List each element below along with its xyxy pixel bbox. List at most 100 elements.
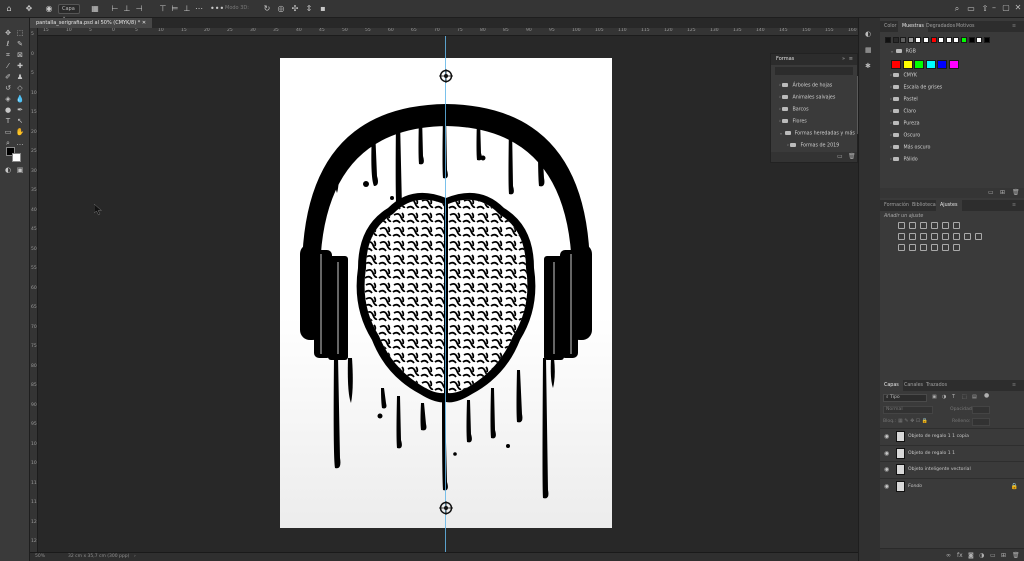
layer-select-dropdown[interactable]: Capa ⌄ [58, 4, 80, 20]
stamp-tool-icon[interactable]: ♟ [15, 73, 25, 82]
layer-style-icon[interactable]: fx [957, 552, 963, 559]
minimize-icon[interactable]: – [989, 3, 999, 13]
lasso-tool-icon[interactable]: ℓ [3, 40, 13, 49]
lock-icon[interactable]: 🔒 [1011, 483, 1018, 490]
shape-group-item[interactable]: ⌄ Formas heredadas y más [779, 131, 855, 137]
shape-group-item[interactable]: › Formas de 2019 [787, 143, 839, 149]
canvas-area[interactable] [38, 36, 858, 552]
layer-row[interactable]: ◉ Fondo 🔒 [880, 477, 1024, 494]
search-icon[interactable]: ⌕ [952, 4, 962, 14]
swatch-group[interactable]: › Pureza [890, 121, 920, 127]
swatch-group[interactable]: › Escala de grises [890, 85, 942, 91]
shape-tool-icon[interactable]: ▭ [3, 128, 13, 137]
swatches-panel-icon[interactable]: ▦ [865, 46, 875, 56]
swatch[interactable] [900, 37, 907, 43]
adjustment-icon[interactable] [953, 244, 960, 251]
vertical-guide[interactable] [445, 36, 446, 552]
filter-smart-icon[interactable]: ▤ [972, 394, 977, 400]
swatch-group[interactable]: › Oscuro [890, 133, 920, 139]
quick-select-tool-icon[interactable]: ✎ [15, 40, 25, 49]
history-brush-tool-icon[interactable]: ↺ [3, 84, 13, 93]
blend-mode-select[interactable]: Normal [883, 406, 933, 414]
swatch[interactable] [930, 37, 937, 43]
swatch[interactable] [948, 60, 959, 69]
close-tab-icon[interactable]: ✕ [142, 20, 146, 26]
swatch[interactable] [961, 37, 967, 43]
align-right-icon[interactable]: ⊣ [134, 4, 144, 14]
filter-pixel-icon[interactable]: ▣ [932, 394, 937, 400]
adjustment-icon[interactable] [909, 244, 916, 251]
hand-tool-icon[interactable]: ✋ [15, 128, 25, 137]
background-color-swatch[interactable] [12, 153, 21, 162]
guide-crosshair-bottom-icon[interactable] [439, 501, 453, 515]
swatch[interactable] [976, 37, 983, 43]
move-tool-icon[interactable]: ✥ [24, 4, 34, 14]
new-group-icon[interactable]: ▭ [837, 153, 843, 160]
add-mask-icon[interactable]: ◙ [968, 552, 974, 559]
swatch[interactable] [907, 37, 914, 43]
more-options-icon[interactable]: ••• [210, 4, 224, 14]
adjustment-icon[interactable] [920, 233, 927, 240]
eye-icon[interactable]: ◉ [884, 483, 889, 490]
adjustment-icon[interactable] [975, 233, 982, 240]
adjustment-layer-icon[interactable]: ◑ [979, 552, 984, 559]
workspace-icon[interactable]: ▭ [966, 4, 976, 14]
align-center-icon[interactable]: ⊥ [122, 4, 132, 14]
swatch[interactable] [968, 37, 975, 43]
shapes-search-input[interactable] [775, 67, 853, 75]
new-group-icon[interactable]: ▭ [988, 189, 994, 196]
swatch-group[interactable]: › CMYK [890, 73, 917, 79]
dodge-tool-icon[interactable]: ● [3, 106, 13, 115]
shape-group-item[interactable]: › Barcos [779, 107, 809, 113]
opacity-input[interactable] [972, 406, 990, 414]
layer-row[interactable]: ◉ Objeto de regalo 1 1 [880, 444, 1024, 461]
swatch-group[interactable]: › Más oscuro [890, 145, 930, 151]
adjustment-icon[interactable] [964, 233, 971, 240]
swatch[interactable] [953, 37, 960, 43]
collapse-icon[interactable]: » [842, 54, 845, 65]
brush-tool-icon[interactable]: ✐ [3, 73, 13, 82]
adjustment-icon[interactable] [920, 244, 927, 251]
swatch[interactable] [892, 37, 899, 43]
swatch-group[interactable]: › Pálido [890, 157, 918, 163]
horizontal-ruler[interactable]: 15 10 5 0 5 10 15 20 25 30 35 40 45 50 55 60 65 70 75 80 85 9… [38, 28, 858, 36]
adjustment-icon[interactable] [920, 222, 927, 229]
align-top-icon[interactable]: ⊤ [158, 4, 168, 14]
panel-menu-icon[interactable]: ≡ [1008, 380, 1020, 391]
paint-bucket-tool-icon[interactable]: ◈ [3, 95, 13, 104]
link-layers-icon[interactable]: ∞ [946, 552, 951, 559]
swatch[interactable] [923, 37, 929, 43]
distribute-icon[interactable]: ⋯ [194, 4, 204, 14]
filter-adjust-icon[interactable]: ◑ [942, 394, 946, 400]
tab-adjustments[interactable]: Ajustes [936, 200, 962, 211]
new-layer-icon[interactable]: ⊞ [1001, 552, 1006, 559]
adjustment-icon[interactable] [909, 233, 916, 240]
scale-3d-icon[interactable]: ▪ [318, 4, 328, 14]
panel-menu-icon[interactable]: ≡ [1008, 21, 1020, 32]
move-tool-icon[interactable]: ✥ [3, 29, 13, 38]
swatch[interactable] [925, 60, 936, 69]
adjustment-icon[interactable] [909, 222, 916, 229]
filter-shape-icon[interactable]: ⬚ [962, 394, 967, 400]
crop-tool-icon[interactable]: ⌗ [3, 51, 13, 60]
pen-tool-icon[interactable]: ✒ [15, 106, 25, 115]
filter-type-icon[interactable]: T [952, 394, 955, 400]
path-select-tool-icon[interactable]: ↖ [15, 117, 25, 126]
swatch[interactable] [938, 37, 945, 43]
adjustment-icon[interactable] [898, 244, 905, 251]
shape-group-item[interactable]: › Flores [779, 119, 807, 125]
adjustment-icon[interactable] [898, 222, 905, 229]
shapes-panel-icon[interactable]: ✱ [865, 62, 875, 72]
swatch-group[interactable]: › Claro [890, 109, 916, 115]
new-swatch-icon[interactable]: ⊞ [1000, 189, 1005, 196]
screen-mode-icon[interactable]: ▣ [15, 166, 25, 175]
adjustment-icon[interactable] [931, 244, 938, 251]
quick-mask-icon[interactable]: ◐ [3, 166, 13, 175]
panel-menu-icon[interactable]: ≡ [849, 54, 853, 65]
swatch[interactable] [902, 60, 913, 69]
home-icon[interactable]: ⌂ [4, 4, 14, 14]
adjustment-icon[interactable] [942, 233, 949, 240]
eyedropper-tool-icon[interactable]: ⁄ [3, 62, 13, 71]
adjustment-icon[interactable] [931, 222, 938, 229]
rotate-3d-icon[interactable]: ↻ [262, 4, 272, 14]
